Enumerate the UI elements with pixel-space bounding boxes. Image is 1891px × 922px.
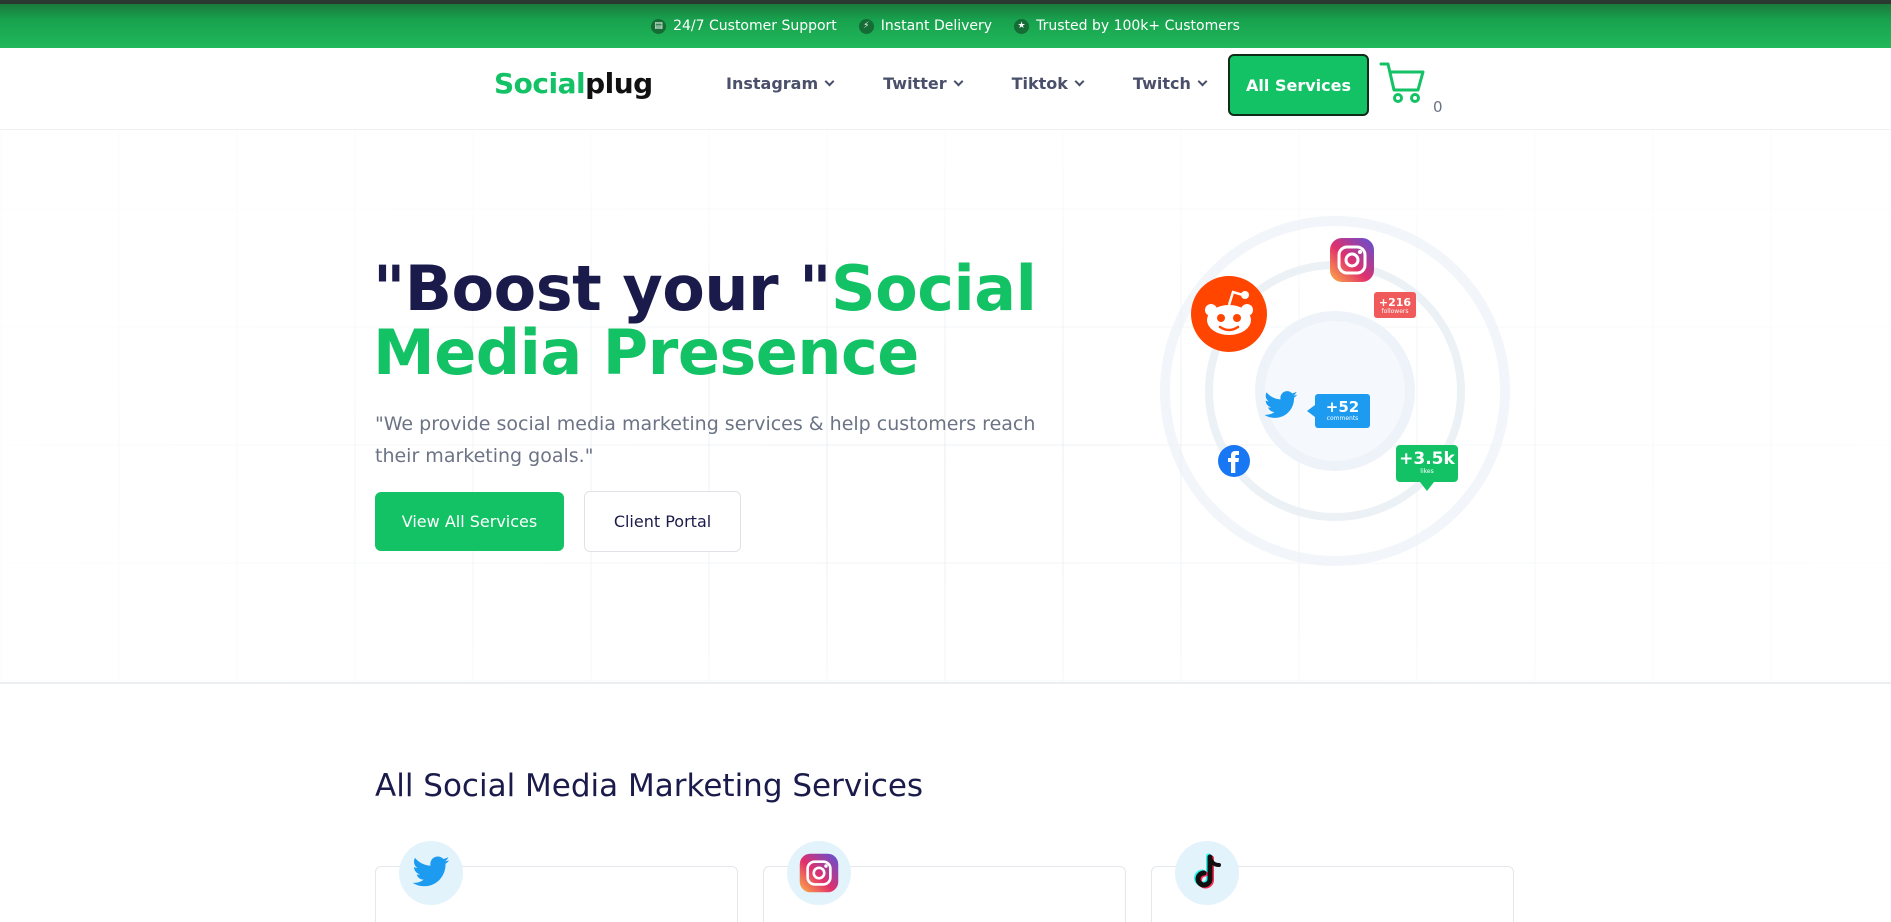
hero-section: "Boost your "Social Media Presence "We p…	[0, 131, 1891, 684]
likes-value: +3.5k	[1399, 449, 1455, 469]
nav-tiktok-label: Tiktok	[1011, 74, 1068, 93]
nav-instagram-label: Instagram	[726, 74, 819, 93]
reddit-icon	[1191, 276, 1267, 356]
hero-subtitle: "We provide social media marketing servi…	[375, 413, 1036, 467]
hero-title-dark: "Boost your "	[373, 252, 832, 325]
topbar-support: ▤ 24/7 Customer Support	[651, 18, 837, 34]
facebook-icon	[1218, 445, 1250, 481]
chevron-down-icon	[953, 76, 964, 87]
services-section-title: All Social Media Marketing Services	[375, 768, 924, 804]
comments-label: comments	[1326, 415, 1359, 422]
chevron-down-icon	[824, 76, 835, 87]
topbar-delivery: ⚡ Instant Delivery	[858, 18, 993, 34]
social-orbit-illustration: +216 followers +52 comments +3.5k likes	[1160, 216, 1510, 566]
nav-twitch-label: Twitch	[1132, 74, 1191, 93]
followers-badge: +216 followers	[1374, 292, 1416, 318]
comments-value: +52	[1325, 398, 1360, 416]
view-all-services-button[interactable]: View All Services	[375, 492, 564, 551]
nav-twitter[interactable]: Twitter	[883, 74, 964, 93]
topbar-support-label: 24/7 Customer Support	[673, 18, 837, 34]
likes-badge-pointer	[1420, 482, 1434, 491]
chat-icon: ▤	[651, 18, 667, 34]
nav-twitch[interactable]: Twitch	[1132, 74, 1208, 93]
instagram-icon	[787, 841, 851, 905]
cart-count: 0	[1433, 98, 1443, 116]
topbar-delivery-label: Instant Delivery	[880, 18, 993, 34]
chevron-down-icon	[1074, 76, 1085, 87]
chevron-down-icon	[1197, 76, 1208, 87]
site-header: Socialplug Instagram Twitter Tiktok Twit…	[0, 48, 1891, 130]
bolt-icon: ⚡	[858, 18, 874, 34]
likes-label: likes	[1420, 468, 1434, 475]
likes-badge: +3.5k likes	[1396, 445, 1458, 482]
tiktok-icon	[1175, 841, 1239, 905]
top-announcement-bar: ▤ 24/7 Customer Support ⚡ Instant Delive…	[0, 0, 1891, 48]
star-icon: ★	[1014, 18, 1030, 34]
followers-label: followers	[1381, 308, 1409, 315]
nav-twitter-label: Twitter	[883, 74, 947, 93]
main-nav: Instagram Twitter Tiktok Twitch	[726, 74, 1256, 93]
client-portal-button[interactable]: Client Portal	[584, 491, 741, 552]
logo-social: Social	[494, 67, 586, 100]
comments-badge-pointer	[1307, 405, 1315, 417]
hero-title: "Boost your "Social Media Presence	[373, 257, 1093, 385]
cart-icon[interactable]	[1378, 58, 1428, 104]
all-services-button[interactable]: All Services	[1228, 54, 1369, 116]
topbar-trusted: ★ Trusted by 100k+ Customers	[1014, 18, 1240, 34]
twitter-icon	[1263, 391, 1299, 425]
instagram-icon	[1328, 236, 1376, 288]
comments-badge: +52 comments	[1315, 394, 1370, 428]
twitter-icon	[399, 841, 463, 905]
nav-tiktok[interactable]: Tiktok	[1011, 74, 1085, 93]
logo[interactable]: Socialplug	[494, 67, 653, 100]
hero-background-fade	[0, 131, 1891, 682]
nav-instagram[interactable]: Instagram	[726, 74, 835, 93]
logo-plug: plug	[585, 67, 653, 100]
topbar-trusted-label: Trusted by 100k+ Customers	[1036, 18, 1240, 34]
